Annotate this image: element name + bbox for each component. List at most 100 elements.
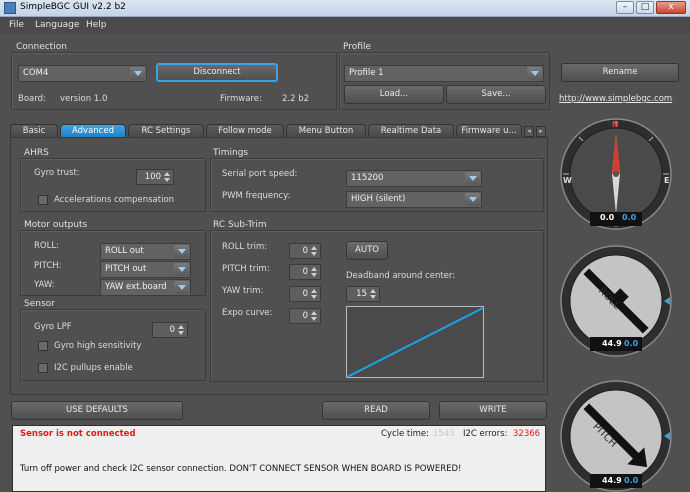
gyro-high-sensitivity-checkbox[interactable] [38, 341, 48, 351]
gyro-lpf-stepper[interactable]: 0 [152, 322, 188, 338]
roll-output-value: ROLL out [105, 246, 144, 256]
roll-trim-value: 0 [302, 246, 308, 256]
minimize-button[interactable]: – [616, 1, 634, 14]
gyro-high-sensitivity-label: Gyro high sensitivity [54, 341, 142, 351]
arrow-down-icon[interactable] [369, 294, 378, 300]
arrow-down-icon[interactable] [177, 330, 186, 336]
pwm-frequency-label: PWM frequency: [222, 191, 291, 201]
write-button[interactable]: WRITE [439, 401, 547, 420]
roll-angle-value: 44.9 [602, 339, 622, 348]
yaw-trim-stepper[interactable]: 0 [289, 286, 321, 302]
pitch-output-select[interactable]: PITCH out [100, 261, 191, 278]
chevron-down-icon [527, 67, 542, 80]
deadband-value: 15 [356, 289, 367, 299]
window-title: SimpleBGC GUI v2.2 b2 [20, 2, 126, 12]
load-button[interactable]: Load... [344, 85, 444, 104]
port-value: COM4 [23, 68, 49, 78]
expo-curve-label: Expo curve: [222, 308, 273, 318]
yaw-output-label: YAW: [34, 280, 55, 290]
firmware-label: Firmware: [220, 94, 262, 104]
read-button[interactable]: READ [322, 401, 430, 420]
pitch-angle-value: 44.9 [602, 476, 622, 485]
tab-basic[interactable]: Basic [10, 124, 58, 138]
yaw-output-select[interactable]: YAW ext.board [100, 279, 191, 296]
expo-curve-stepper[interactable]: 0 [289, 308, 321, 324]
tab-follow-mode[interactable]: Follow mode [206, 124, 284, 138]
compass-w-label: W [563, 176, 572, 185]
tab-firmware-upgrade[interactable]: Firmware u... [456, 124, 522, 138]
title-bar: SimpleBGC GUI v2.2 b2 – □ x [0, 0, 690, 17]
chevron-down-icon [174, 245, 189, 258]
pitch-output-value: PITCH out [105, 264, 147, 274]
compass-e-label: E [664, 176, 670, 185]
profile-value: Profile 1 [349, 68, 384, 78]
pwm-frequency-select[interactable]: HIGH (silent) [346, 191, 482, 208]
acc-comp-label: Accelerations compensation [54, 195, 175, 205]
yaw-trim-value: 0 [302, 289, 308, 299]
i2c-pullups-checkbox[interactable] [38, 363, 48, 373]
pwm-frequency-value: HIGH (silent) [351, 194, 406, 204]
roll-trim-label: ROLL trim: [222, 242, 268, 252]
close-button[interactable]: x [656, 1, 686, 14]
app-icon [4, 2, 16, 14]
disconnect-button[interactable]: Disconnect [156, 63, 278, 82]
auto-button[interactable]: AUTO [346, 241, 388, 260]
menu-help[interactable]: Help [86, 20, 107, 30]
cycle-time-label: Cycle time: [381, 429, 429, 439]
compass-n-label: N [612, 120, 619, 129]
save-button[interactable]: Save... [446, 85, 546, 104]
acc-comp-checkbox[interactable] [38, 195, 48, 205]
chevron-down-icon [174, 263, 189, 276]
arrow-down-icon[interactable] [310, 251, 319, 257]
pitch-trim-label: PITCH trim: [222, 264, 270, 274]
firmware-value: 2.2 b2 [282, 94, 310, 104]
port-select[interactable]: COM4 [18, 65, 147, 82]
menu-bar: File Language Help [0, 17, 690, 34]
tab-realtime-data[interactable]: Realtime Data [368, 124, 454, 138]
status-message: Turn off power and check I2C sensor conn… [20, 464, 462, 474]
rename-button[interactable]: Rename [561, 63, 679, 82]
gyro-lpf-value: 0 [169, 325, 175, 335]
pitch-trim-stepper[interactable]: 0 [289, 264, 321, 280]
chevron-down-icon [130, 67, 145, 80]
roll-trim-stepper[interactable]: 0 [289, 243, 321, 259]
i2c-pullups-label: I2C pullups enable [54, 363, 133, 373]
yaw-angle-value: 0.0 [600, 213, 615, 222]
maximize-button[interactable]: □ [636, 1, 654, 14]
tab-menu-button[interactable]: Menu Button [286, 124, 366, 138]
gyro-trust-value: 100 [144, 172, 161, 182]
pitch-rc-value: 0.0 [624, 476, 639, 485]
use-defaults-button[interactable]: USE DEFAULTS [11, 401, 183, 420]
arrow-down-icon[interactable] [310, 316, 319, 322]
website-link[interactable]: http://www.simplebgc.com [559, 94, 672, 104]
gyro-lpf-label: Gyro LPF [34, 322, 72, 332]
expo-curve-value: 0 [302, 311, 308, 321]
deadband-stepper[interactable]: 15 [346, 286, 380, 302]
yaw-rc-value: 0.0 [622, 213, 637, 222]
chevron-down-icon [465, 193, 480, 206]
tab-prev-icon[interactable]: ◂ [524, 126, 534, 137]
yaw-output-value: YAW ext.board [105, 282, 167, 292]
arrow-down-icon[interactable] [310, 294, 319, 300]
serial-speed-label: Serial port speed: [222, 169, 298, 179]
tab-advanced[interactable]: Advanced [60, 124, 126, 138]
roll-rc-value: 0.0 [624, 339, 639, 348]
roll-output-label: ROLL: [34, 241, 59, 251]
menu-language[interactable]: Language [35, 20, 79, 30]
gyro-trust-stepper[interactable]: 100 [136, 169, 174, 185]
arrow-down-icon[interactable] [310, 272, 319, 278]
menu-file[interactable]: File [9, 20, 24, 30]
board-value: version 1.0 [60, 94, 108, 104]
roll-output-select[interactable]: ROLL out [100, 243, 191, 260]
profile-select[interactable]: Profile 1 [344, 65, 544, 82]
tab-rc-settings[interactable]: RC Settings [128, 124, 204, 138]
profile-title: Profile [343, 42, 371, 52]
gyro-trust-label: Gyro trust: [34, 168, 80, 178]
deadband-label: Deadband around center: [346, 271, 456, 281]
tab-next-icon[interactable]: ▸ [536, 126, 546, 137]
status-panel: Sensor is not connected Cycle time: 1543… [12, 425, 546, 492]
expo-curve-graph [346, 306, 484, 378]
board-label: Board: [18, 94, 46, 104]
arrow-down-icon[interactable] [163, 177, 172, 183]
serial-speed-select[interactable]: 115200 [346, 170, 482, 187]
